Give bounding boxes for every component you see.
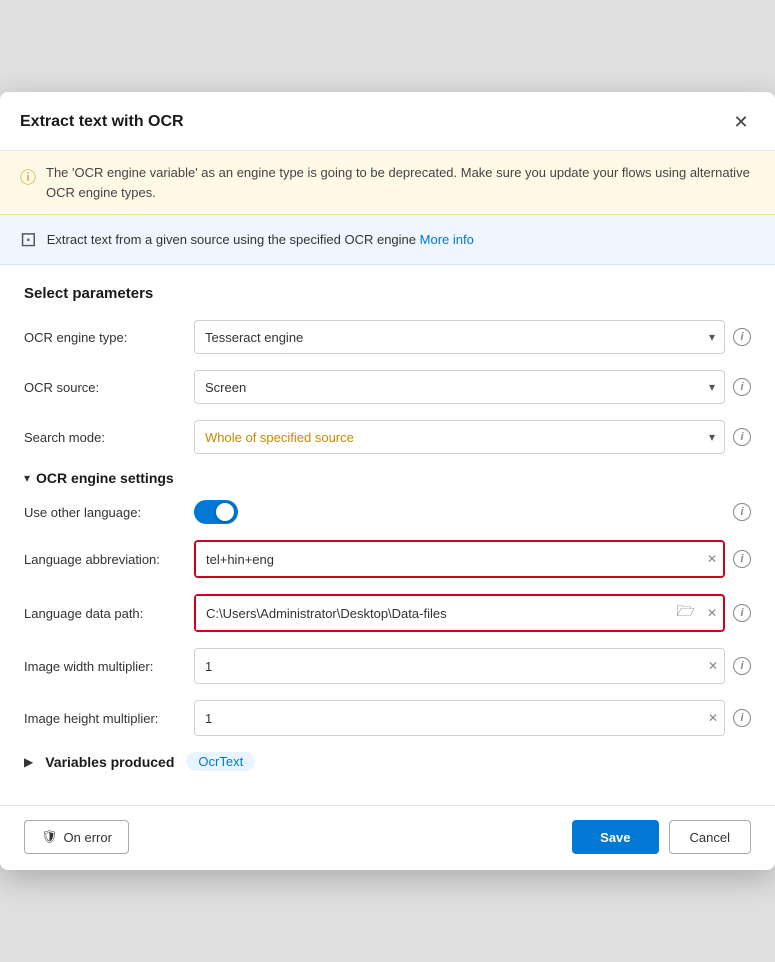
- lang-abbrev-input[interactable]: [196, 542, 723, 576]
- ocr-source-select[interactable]: Screen: [194, 370, 725, 404]
- lang-data-path-row: Language data path: 🗁 ✕ i: [24, 594, 751, 632]
- ocr-source-label: OCR source:: [24, 380, 184, 395]
- search-mode-label: Search mode:: [24, 430, 184, 445]
- info-text: Extract text from a given source using t…: [47, 232, 474, 247]
- section-title: Select parameters: [24, 285, 751, 302]
- lang-abbrev-input-wrapper: ✕: [194, 540, 725, 578]
- collapse-arrow-icon: ▾: [24, 471, 30, 485]
- search-mode-select[interactable]: Whole of specified source: [194, 420, 725, 454]
- info-description: Extract text from a given source using t…: [47, 232, 416, 247]
- variables-section: ▶ Variables produced OcrText: [24, 752, 751, 771]
- ocr-source-row: OCR source: Screen ▾ i: [24, 370, 751, 404]
- variables-collapse-icon: ▶: [24, 755, 33, 769]
- img-width-label: Image width multiplier:: [24, 659, 184, 674]
- ocr-engine-select-wrapper: Tesseract engine ▾: [194, 320, 725, 354]
- lang-data-path-input[interactable]: [196, 596, 670, 630]
- img-height-input-wrapper: ✕: [194, 700, 725, 736]
- img-height-clear-icon[interactable]: ✕: [708, 711, 718, 725]
- img-height-control: ✕ i: [194, 700, 751, 736]
- img-width-clear-icon[interactable]: ✕: [708, 659, 718, 673]
- use-other-lang-toggle[interactable]: [194, 500, 238, 524]
- lang-abbrev-clear-icon[interactable]: ✕: [707, 552, 717, 566]
- more-info-link[interactable]: More info: [420, 232, 474, 247]
- ocr-engine-label: OCR engine type:: [24, 330, 184, 345]
- lang-abbrev-info-icon[interactable]: i: [733, 550, 751, 568]
- variable-badge: OcrText: [186, 752, 255, 771]
- img-height-label: Image height multiplier:: [24, 711, 184, 726]
- ocr-engine-select[interactable]: Tesseract engine: [194, 320, 725, 354]
- lang-data-path-info-icon[interactable]: i: [733, 604, 751, 622]
- img-height-input[interactable]: [195, 701, 724, 735]
- ocr-source-select-wrapper: Screen ▾: [194, 370, 725, 404]
- search-mode-select-wrapper: Whole of specified source ▾: [194, 420, 725, 454]
- img-width-input[interactable]: [195, 649, 724, 683]
- variables-label[interactable]: Variables produced: [45, 754, 174, 770]
- ocr-source-control: Screen ▾ i: [194, 370, 751, 404]
- footer-right: Save Cancel: [572, 820, 751, 854]
- img-height-info-icon[interactable]: i: [733, 709, 751, 727]
- lang-data-path-control: 🗁 ✕ i: [194, 594, 751, 632]
- img-width-input-wrapper: ✕: [194, 648, 725, 684]
- lang-abbrev-control: ✕ i: [194, 540, 751, 578]
- on-error-button[interactable]: 🛡 On error: [24, 820, 129, 854]
- ocr-engine-control: Tesseract engine ▾ i: [194, 320, 751, 354]
- folder-browse-icon[interactable]: 🗁: [670, 601, 701, 626]
- dialog-header: Extract text with OCR ✕: [0, 92, 775, 151]
- dialog-body: Select parameters OCR engine type: Tesse…: [0, 265, 775, 795]
- save-button[interactable]: Save: [572, 820, 658, 854]
- warning-banner: ⓘ The 'OCR engine variable' as an engine…: [0, 151, 775, 215]
- warning-icon: ⓘ: [20, 164, 36, 188]
- ocr-icon: ⊡: [20, 227, 37, 252]
- ocr-engine-info-icon[interactable]: i: [733, 328, 751, 346]
- engine-settings-section: ▾ OCR engine settings Use other language…: [24, 470, 751, 736]
- lang-abbrev-label: Language abbreviation:: [24, 552, 184, 567]
- search-mode-control: Whole of specified source ▾ i: [194, 420, 751, 454]
- img-width-control: ✕ i: [194, 648, 751, 684]
- cancel-button[interactable]: Cancel: [669, 820, 751, 854]
- dialog-footer: 🛡 On error Save Cancel: [0, 805, 775, 870]
- on-error-label: On error: [64, 830, 112, 845]
- lang-abbrev-row: Language abbreviation: ✕ i: [24, 540, 751, 578]
- toggle-thumb: [216, 503, 234, 521]
- lang-data-path-input-wrapper: 🗁 ✕: [194, 594, 725, 632]
- use-other-lang-info-icon[interactable]: i: [733, 503, 751, 521]
- search-mode-info-icon[interactable]: i: [733, 428, 751, 446]
- engine-settings-header[interactable]: ▾ OCR engine settings: [24, 470, 751, 486]
- search-mode-row: Search mode: Whole of specified source ▾…: [24, 420, 751, 454]
- use-other-lang-row: Use other language: i: [24, 500, 751, 524]
- lang-data-path-label: Language data path:: [24, 606, 184, 621]
- img-width-row: Image width multiplier: ✕ i: [24, 648, 751, 684]
- engine-settings-label: OCR engine settings: [36, 470, 174, 486]
- warning-text: The 'OCR engine variable' as an engine t…: [46, 163, 755, 202]
- img-height-row: Image height multiplier: ✕ i: [24, 700, 751, 736]
- lang-data-path-clear-icon[interactable]: ✕: [701, 606, 723, 620]
- shield-icon: 🛡: [41, 829, 58, 845]
- info-banner: ⊡ Extract text from a given source using…: [0, 215, 775, 265]
- ocr-engine-row: OCR engine type: Tesseract engine ▾ i: [24, 320, 751, 354]
- dialog-title: Extract text with OCR: [20, 113, 184, 131]
- close-button[interactable]: ✕: [727, 108, 755, 136]
- use-other-lang-label: Use other language:: [24, 505, 184, 520]
- use-other-lang-control: i: [194, 500, 751, 524]
- ocr-source-info-icon[interactable]: i: [733, 378, 751, 396]
- img-width-info-icon[interactable]: i: [733, 657, 751, 675]
